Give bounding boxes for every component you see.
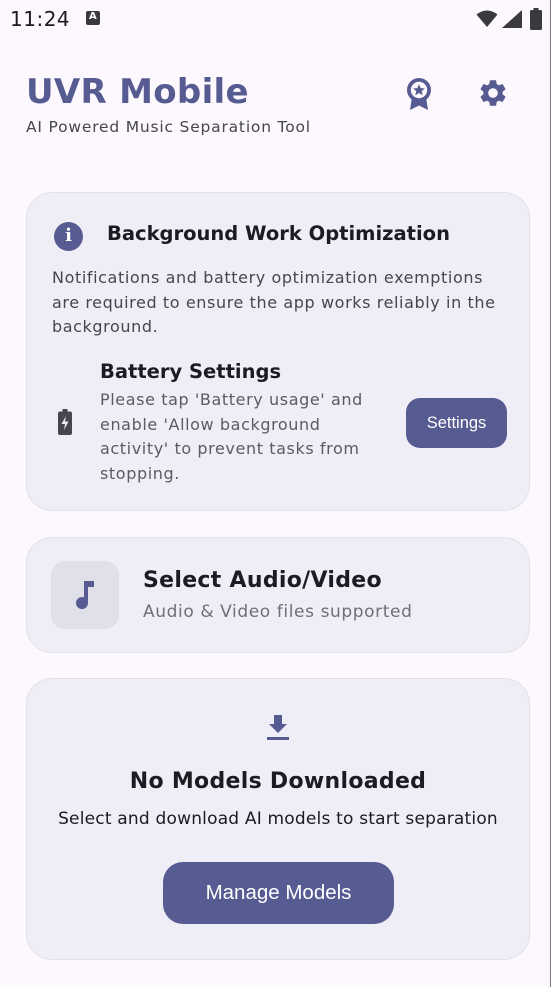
notification-icon: A — [86, 11, 100, 25]
battery-settings-description: Please tap 'Battery usage' and enable 'A… — [100, 390, 363, 483]
music-note-icon — [76, 581, 94, 610]
optimization-description: Notifications and battery optimization e… — [52, 268, 496, 336]
settings-button[interactable] — [471, 71, 515, 115]
status-time: 11:24 — [10, 7, 71, 31]
optimization-title: Background Work Optimization — [107, 222, 450, 245]
info-icon: i — [54, 222, 83, 251]
battery-settings-title: Battery Settings — [100, 360, 282, 383]
select-audio-video-title: Select Audio/Video — [143, 568, 382, 593]
settings-gear-icon — [480, 80, 506, 106]
wifi-icon — [476, 10, 498, 27]
notification-letter: A — [89, 11, 97, 22]
app-screen: 11:24 A UVR Mobile AI Powered Music Sepa… — [0, 0, 551, 987]
battery-charging-icon — [58, 409, 72, 435]
no-models-subtitle: Select and download AI models to start s… — [58, 809, 498, 829]
manage-models-button[interactable]: Manage Models — [163, 862, 394, 924]
award-button[interactable] — [397, 72, 441, 116]
models-card: No Models Downloaded Select and download… — [26, 678, 530, 960]
battery-settings-button[interactable]: Settings — [406, 398, 507, 448]
download-icon — [267, 715, 289, 740]
award-icon — [407, 78, 431, 110]
background-optimization-card: i Background Work Optimization Notificat… — [26, 192, 530, 511]
app-title: UVR Mobile — [26, 72, 249, 112]
app-subtitle: AI Powered Music Separation Tool — [26, 118, 311, 136]
select-audio-video-card[interactable]: Select Audio/Video Audio & Video files s… — [26, 537, 530, 653]
battery-icon — [530, 8, 542, 30]
status-bar: 11:24 A — [0, 0, 551, 40]
select-audio-video-subtitle: Audio & Video files supported — [143, 602, 413, 622]
signal-icon — [502, 10, 522, 28]
no-models-title: No Models Downloaded — [129, 769, 427, 794]
music-icon-box — [51, 561, 119, 629]
